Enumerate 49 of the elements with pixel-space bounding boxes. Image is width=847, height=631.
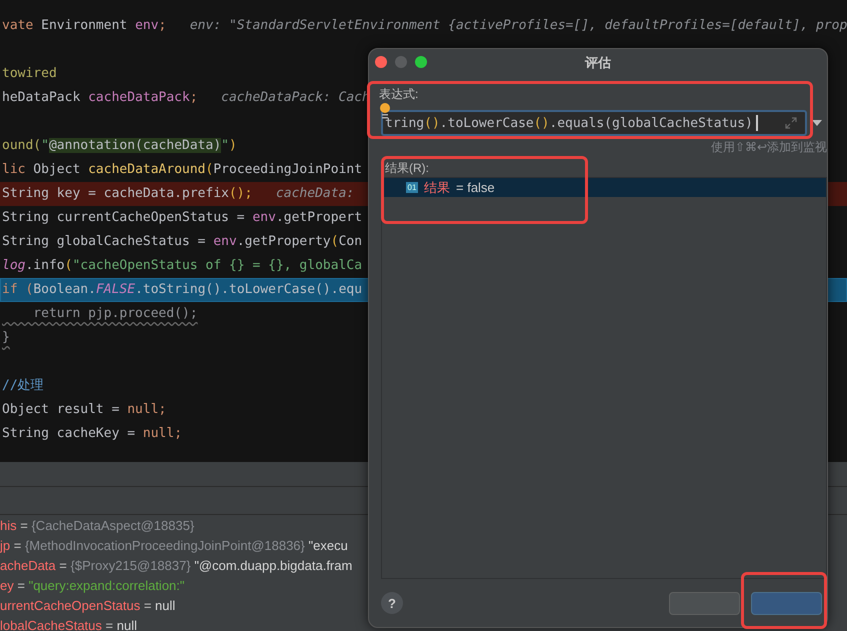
variable-value: {MethodInvocationProceedingJoinPoint@18836} <box>24 538 305 553</box>
expand-icon[interactable] <box>785 117 797 129</box>
code-line: ound("@annotation(cacheData)") <box>2 138 237 153</box>
code-line: Object result = null; <box>2 402 166 417</box>
equals-sign: = <box>17 578 25 593</box>
code-line: //处理 <box>2 378 44 393</box>
variable-value: null <box>116 618 137 631</box>
dropdown-arrow-icon[interactable] <box>812 120 822 126</box>
code-line: } <box>2 330 10 345</box>
variable-name: lobalCacheStatus <box>0 618 102 631</box>
variable-value: "execu <box>308 538 348 553</box>
variable-value: "query:expand:correlation:" <box>28 578 185 593</box>
zoom-button[interactable] <box>415 56 427 68</box>
expression-field[interactable]: tring().toLowerCase().equals(globalCacheStatus) <box>381 110 807 136</box>
equals-sign: = <box>14 538 22 553</box>
result-value: = false <box>456 180 495 195</box>
code-line: String key = cacheData.prefix(); cacheData: <box>2 186 354 201</box>
equals-sign: = <box>144 598 152 613</box>
equals-sign: = <box>106 618 114 631</box>
variable-value: {CacheDataAspect@18835} <box>31 518 194 533</box>
shortcut-hint: 使用⇧⌘↩添加到监视 <box>711 140 827 154</box>
equals-sign: = <box>59 558 67 573</box>
code-line: return pjp.proceed(); <box>32 306 198 321</box>
variable-name: acheData <box>0 558 56 573</box>
help-button[interactable]: ? <box>381 592 403 614</box>
code-line: String globalCacheStatus = env.getProperty(Con <box>2 234 362 249</box>
code-line: String cacheKey = null; <box>2 426 182 441</box>
variable-name: his <box>0 518 17 533</box>
result-row[interactable]: 01 结果 = false <box>382 178 826 197</box>
primary-button[interactable] <box>751 592 822 614</box>
result-name: 结果 <box>424 178 450 196</box>
dialog-title: 评估 <box>585 54 611 72</box>
variable-name: jp <box>0 538 10 553</box>
close-button[interactable] <box>375 56 387 68</box>
code-line: if (Boolean.FALSE.toString().toLowerCase().equ <box>2 282 362 297</box>
code-line: log.info("cacheOpenStatus of {} = {}, globalCa <box>2 258 362 273</box>
variable-name: urrentCacheOpenStatus <box>0 598 140 613</box>
variable-value: "@com.duapp.bigdata.fram <box>194 558 352 573</box>
code-line: String currentCacheOpenStatus = env.getPropert <box>2 210 362 225</box>
variable-name: ey <box>0 578 14 593</box>
code-line: lic Object cacheDataAround(ProceedingJoinPoint <box>2 162 362 177</box>
code-line: vate Environment env; env: "StandardServletEnvironment {activeProfiles=[], defaultProfiles=[default], prop <box>2 18 847 33</box>
result-label: 结果(R): <box>385 160 430 176</box>
code-line: towired <box>2 66 57 81</box>
expression-label: 表达式: <box>379 86 420 102</box>
equals-sign: = <box>20 518 28 533</box>
variable-value: null <box>155 598 176 613</box>
variable-badge: 01 <box>406 182 418 193</box>
variable-value: {$Proxy215@18837} <box>70 558 191 573</box>
